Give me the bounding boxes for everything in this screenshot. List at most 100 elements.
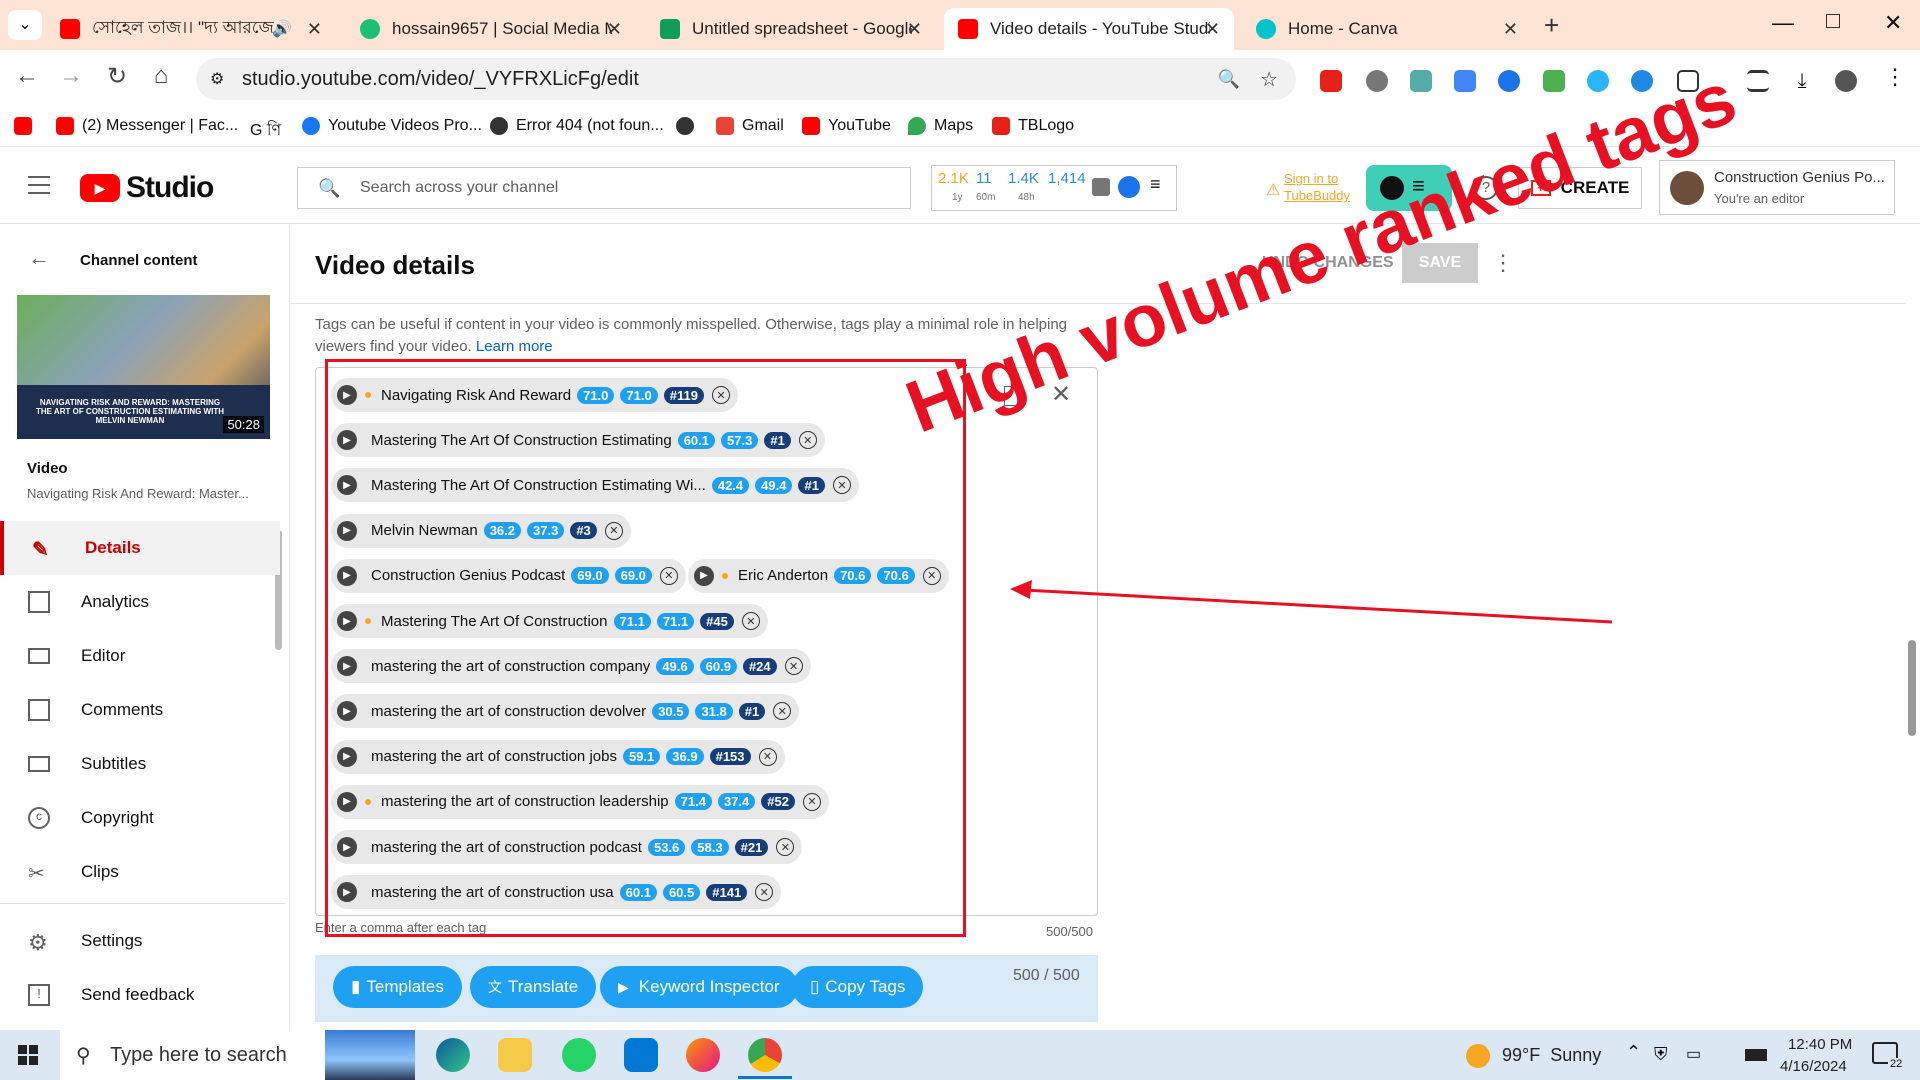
remove-tag-icon[interactable]: ✕ [741,612,760,630]
tag-chip[interactable]: ▶ mastering the art of construction devol… [331,694,800,729]
keyword-inspector-icon[interactable]: ▶ [337,565,357,586]
account-switcher[interactable]: Construction Genius Po... You're an edit… [1659,160,1895,215]
bookmark[interactable]: (2) Messenger | Fac... [56,117,238,135]
keyword-inspector-icon[interactable]: ▶ [337,882,357,903]
extension-icon[interactable] [1410,70,1432,92]
keyword-inspector-icon[interactable]: ▶ [337,611,357,631]
clock-date[interactable]: 4/16/2024 [1780,1058,1847,1075]
clock-time[interactable]: 12:40 PM [1788,1036,1852,1053]
tag-chip[interactable]: ▶ mastering the art of construction podca… [331,830,803,864]
remove-tag-icon[interactable]: ✕ [604,521,623,540]
tab-search-icon[interactable]: ⌄ [8,10,42,40]
keyword-inspector-button[interactable]: ▶ Keyword Inspector [600,966,798,1008]
tab-4[interactable]: Home - Canva ✕ [1242,8,1532,50]
menu-dots-icon[interactable]: ⋮ [1884,64,1906,90]
back-icon[interactable]: ← [12,62,42,90]
tag-chip[interactable]: ▶ Mastering The Art Of Construction 71.1 71… [331,604,768,638]
tag-chip[interactable]: ▶ mastering the art of construction leade… [331,784,829,819]
bookmark[interactable]: YouTube [802,117,891,135]
chevron-up-icon[interactable]: ⌃ [1626,1042,1641,1063]
learn-more-link[interactable]: Learn more [476,338,553,355]
sidebar-item-details[interactable]: ✎ Details [0,521,280,575]
translate-button[interactable]: 文 Translate [470,966,597,1008]
tag-chip[interactable]: ▶ mastering the art of construction jobs 5… [331,739,785,774]
reload-icon[interactable]: ↻ [102,62,132,91]
bookmark[interactable]: G ণি [244,117,281,144]
windows-start-icon[interactable] [18,1045,38,1065]
firefox-icon[interactable] [686,1038,720,1072]
weather-text[interactable]: 99°F Sunny [1502,1045,1601,1066]
keyword-inspector-icon[interactable]: ▶ [337,475,357,496]
tab-2[interactable]: Untitled spreadsheet - Google S ✕ [646,8,936,50]
close-icon[interactable]: ✕ [1503,19,1518,40]
back-arrow-icon[interactable]: ← [28,245,50,271]
remove-tag-icon[interactable]: ✕ [802,792,821,811]
keyword-inspector-icon[interactable]: ▶ [694,565,714,586]
close-icon[interactable]: ✕ [307,19,322,40]
sidebar-item-subtitles[interactable]: Subtitles [0,737,280,791]
edge-icon[interactable] [436,1038,470,1072]
taskbar-search[interactable]: ⚲ Type here to search [60,1030,415,1080]
studio-logo[interactable]: ▶ Studio [80,171,214,205]
bookmark[interactable]: Maps [908,117,973,135]
tag-chip[interactable]: ▶ Navigating Risk And Reward 71.0 71.0 #119 ✕ [331,378,738,412]
remove-tag-icon[interactable]: ✕ [758,747,777,766]
remove-tag-icon[interactable]: ✕ [755,883,774,902]
remove-tag-icon[interactable]: ✕ [922,566,941,585]
sidebar-item-copyright[interactable]: c Copyright [0,791,280,845]
keyword-inspector-icon[interactable]: ▶ [337,746,357,767]
translate-ext-icon[interactable] [1454,70,1476,92]
tag-chip[interactable]: ▶ mastering the art of construction compa… [331,649,811,684]
remove-tag-icon[interactable]: ✕ [711,386,730,404]
remove-tag-icon[interactable]: ✕ [798,431,817,450]
sidebar-item-send-feedback[interactable]: ! Send feedback [0,968,280,1022]
templates-button[interactable]: ▮ Templates [333,966,462,1008]
tag-chip[interactable]: ▶ Mastering The Art Of Construction Estim… [331,468,859,503]
minimize-icon[interactable]: — [1772,10,1794,36]
sidebar-item-clips[interactable]: ✂ Clips [0,845,280,899]
remove-tag-icon[interactable]: ✕ [832,476,851,495]
close-window-icon[interactable]: ✕ [1884,10,1902,36]
remove-tag-icon[interactable]: ✕ [773,702,792,721]
list-menu-icon[interactable]: ≡ [1150,174,1161,195]
chrome-icon[interactable] [748,1038,782,1072]
tab-0[interactable]: সোহেল তাজ।। "দ্য আরজে 🔊 ✕ [46,8,336,50]
home-icon[interactable]: ⌂ [146,62,176,90]
hamburger-menu-icon[interactable] [28,176,50,194]
download-ext-icon[interactable] [1543,70,1565,92]
play-circle-icon[interactable] [1118,176,1140,198]
bookmark[interactable]: Youtube Videos Pro... [302,117,482,135]
keyword-inspector-icon[interactable]: ▶ [337,385,357,405]
shield-icon[interactable]: ⛨ [1654,1044,1668,1065]
chart-icon[interactable] [1092,178,1110,196]
channel-search-input[interactable]: 🔍 Search across your channel [297,167,911,209]
bookmark[interactable]: TBLogo [992,117,1074,135]
media-icon[interactable] [1747,70,1769,92]
remove-tag-icon[interactable]: ✕ [784,657,803,676]
profile-avatar[interactable] [1835,70,1857,92]
tag-chip[interactable]: ▶ Melvin Newman 36.2 37.3 #3 ✕ [331,513,631,548]
sidebar-item-editor[interactable]: Editor [0,629,280,683]
speaker-icon[interactable]: 🔊 [272,19,292,39]
tag-chip[interactable]: ▶ Eric Anderton 70.6 70.6 ✕ [688,558,949,593]
bookmark-star-icon[interactable]: ☆ [1260,67,1278,92]
download-icon[interactable]: ⤓ [1791,70,1813,92]
bookmark[interactable] [14,117,40,135]
tubebuddy-stats[interactable]: 2.1K 1y 11 60m 1.4K 48h 1,414 ≡ [931,165,1177,211]
play-ext-icon[interactable] [1498,70,1520,92]
restore-icon[interactable] [1826,14,1840,28]
sidebar-item-settings[interactable]: ⚙ Settings [0,914,280,968]
bookmark[interactable] [676,117,702,135]
keyword-inspector-icon[interactable]: ▶ [337,701,357,722]
tag-chip[interactable]: ▶ Mastering The Art Of Construction Estim… [331,423,825,458]
extension-icon[interactable] [1366,70,1388,92]
sidebar-item-comments[interactable]: Comments [0,683,280,737]
keyword-inspector-icon[interactable]: ▶ [337,837,357,857]
zoom-icon[interactable]: 🔍 [1218,69,1240,90]
keyword-inspector-icon[interactable]: ▶ [337,791,357,812]
page-scrollbar[interactable] [1908,640,1916,736]
remove-tag-icon[interactable]: ✕ [659,566,678,585]
whatsapp-icon[interactable] [562,1038,596,1072]
keyword-inspector-icon[interactable]: ▶ [337,520,357,541]
new-tab-icon[interactable]: + [1544,10,1559,41]
